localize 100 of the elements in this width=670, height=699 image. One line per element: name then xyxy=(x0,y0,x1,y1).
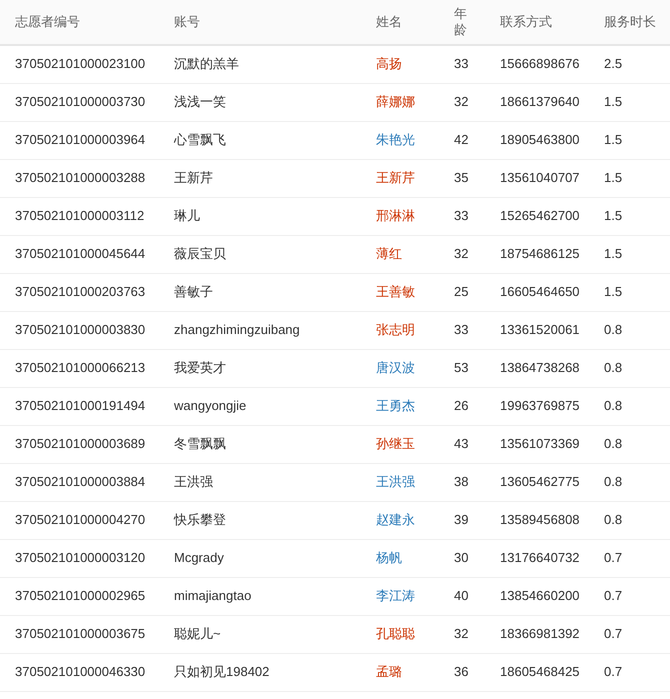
volunteer-id: 370502101000003730 xyxy=(14,93,146,112)
service-hours: 0.8 xyxy=(603,473,624,492)
phone-number: 13361520061 xyxy=(499,321,581,340)
account-name: 薇辰宝贝 xyxy=(173,245,227,264)
column-header: 姓名 xyxy=(375,12,403,31)
age-value: 32 xyxy=(453,625,470,644)
volunteer-id: 370502101000003964 xyxy=(14,131,146,150)
volunteer-id: 370502101000023100 xyxy=(14,55,146,74)
person-name: 高扬 xyxy=(375,55,403,74)
age-value: 53 xyxy=(453,359,470,378)
age-value: 39 xyxy=(453,511,470,530)
phone-number: 13605462775 xyxy=(499,473,581,492)
account-name: 浅浅一笑 xyxy=(173,93,227,112)
volunteer-id: 370502101000003689 xyxy=(14,435,146,454)
service-hours: 0.8 xyxy=(603,359,624,378)
service-hours: 1.5 xyxy=(603,169,624,188)
phone-number: 18366981392 xyxy=(499,625,581,644)
phone-number: 13561073369 xyxy=(499,435,581,454)
service-hours: 1.5 xyxy=(603,283,624,302)
service-hours: 2.5 xyxy=(603,55,624,74)
volunteer-id: 370502101000003884 xyxy=(14,473,146,492)
column-header: 联系方式 xyxy=(499,12,553,31)
person-name: 王新芹 xyxy=(375,169,416,188)
age-value: 43 xyxy=(453,435,470,454)
age-value: 30 xyxy=(453,549,470,568)
column-header: 账号 xyxy=(173,12,201,31)
phone-number: 16605464650 xyxy=(499,283,581,302)
account-name: 王新芹 xyxy=(173,169,214,188)
age-value: 36 xyxy=(453,663,470,682)
volunteer-id: 370502101000191494 xyxy=(14,397,146,416)
person-name: 王勇杰 xyxy=(375,397,416,416)
column-header: 服务时长 xyxy=(603,12,657,31)
phone-number: 18754686125 xyxy=(499,245,581,264)
person-name: 朱艳光 xyxy=(375,131,416,150)
age-value: 33 xyxy=(453,207,470,226)
account-name: 聪妮儿~ xyxy=(173,625,222,644)
account-name: 沉默的羔羊 xyxy=(173,55,240,74)
person-name: 李江涛 xyxy=(375,587,416,606)
person-name: 薄红 xyxy=(375,245,403,264)
phone-number: 18661379640 xyxy=(499,93,581,112)
phone-number: 15265462700 xyxy=(499,207,581,226)
person-name: 孙继玉 xyxy=(375,435,416,454)
age-value: 32 xyxy=(453,245,470,264)
account-name: zhangzhimingzuibang xyxy=(173,321,301,340)
age-value: 38 xyxy=(453,473,470,492)
volunteer-id: 370502101000002965 xyxy=(14,587,146,606)
volunteer-id: 370502101000003120 xyxy=(14,549,146,568)
column-header: 志愿者编号 xyxy=(14,12,81,31)
person-name: 孔聪聪 xyxy=(375,625,416,644)
volunteer-id: 370502101000046330 xyxy=(14,663,146,682)
person-name: 唐汉波 xyxy=(375,359,416,378)
volunteer-id: 370502101000003830 xyxy=(14,321,146,340)
account-name: 我爱英才 xyxy=(173,359,227,378)
account-name: 心雪飘飞 xyxy=(172,131,227,150)
person-name: 孟璐 xyxy=(375,663,403,682)
service-hours: 1.5 xyxy=(603,93,624,112)
service-hours: 0.8 xyxy=(603,397,624,416)
age-value: 33 xyxy=(453,321,470,340)
person-name: 赵建永 xyxy=(375,511,416,530)
volunteer-id: 370502101000003288 xyxy=(14,169,146,188)
person-name: 张志明 xyxy=(375,321,416,340)
age-value: 26 xyxy=(453,397,470,416)
account-name: Mcgrady xyxy=(173,549,225,568)
age-value: 42 xyxy=(453,131,470,150)
service-hours: 0.7 xyxy=(603,663,624,682)
age-value: 25 xyxy=(453,283,470,302)
person-name: 王洪强 xyxy=(375,473,416,492)
age-value: 35 xyxy=(453,169,470,188)
phone-number: 18905463800 xyxy=(499,131,581,150)
service-hours: 1.5 xyxy=(603,207,624,226)
age-value: 32 xyxy=(453,93,470,112)
service-hours: 0.8 xyxy=(603,321,624,340)
phone-number: 19963769875 xyxy=(499,397,581,416)
age-value: 40 xyxy=(453,587,470,606)
account-name: 冬雪飘飘 xyxy=(173,435,227,454)
column-header: 年龄 xyxy=(454,6,468,38)
phone-number: 18605468425 xyxy=(499,663,581,682)
service-hours: 1.5 xyxy=(603,131,624,150)
volunteer-id: 370502101000003675 xyxy=(14,625,146,644)
account-name: mimajiangtao xyxy=(173,587,252,606)
account-name: wangyongjie xyxy=(173,397,248,416)
account-name: 只如初见198402 xyxy=(173,663,270,682)
person-name: 薛娜娜 xyxy=(375,93,416,112)
service-hours: 0.8 xyxy=(603,435,624,454)
phone-number: 15666898676 xyxy=(499,55,581,74)
person-name: 邢淋淋 xyxy=(375,207,416,226)
service-hours: 0.7 xyxy=(603,549,624,568)
service-hours: 0.7 xyxy=(603,587,624,606)
phone-number: 13561040707 xyxy=(499,169,581,188)
account-name: 善敏子 xyxy=(173,283,214,302)
person-name: 杨帆 xyxy=(375,549,403,568)
account-name: 快乐攀登 xyxy=(172,511,227,530)
person-name: 王善敏 xyxy=(375,283,416,302)
service-hours: 0.8 xyxy=(603,511,624,530)
account-name: 王洪强 xyxy=(173,473,214,492)
phone-number: 13589456808 xyxy=(499,511,581,530)
volunteer-id: 370502101000045644 xyxy=(14,245,146,264)
phone-number: 13864738268 xyxy=(499,359,581,378)
volunteer-id: 370502101000003112 xyxy=(14,207,146,226)
age-value: 33 xyxy=(453,55,470,74)
